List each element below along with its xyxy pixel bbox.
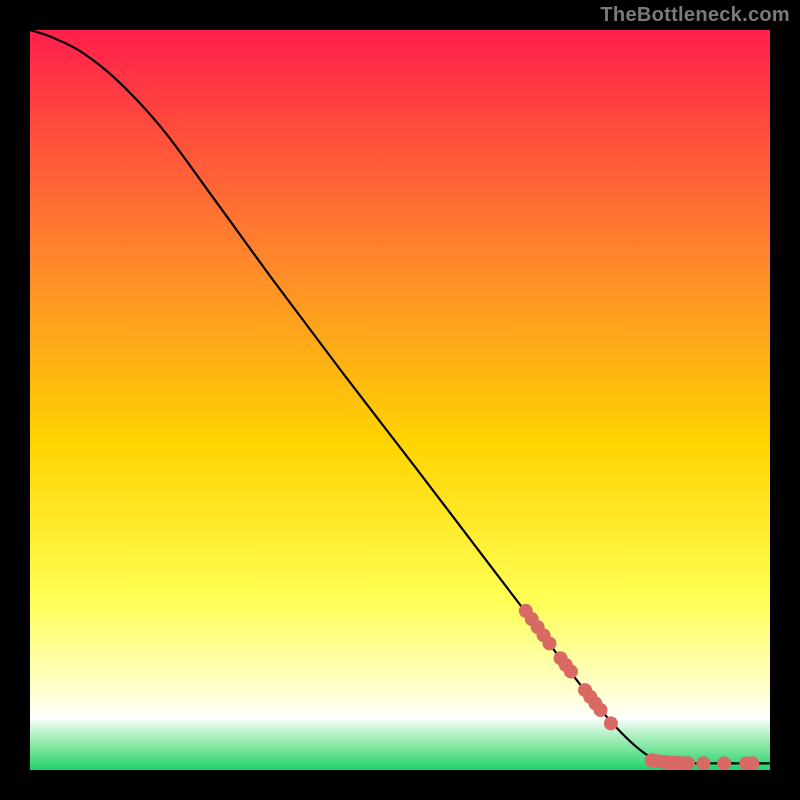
data-marker: [604, 716, 618, 730]
data-marker: [681, 756, 695, 770]
gradient-background: [30, 30, 770, 770]
data-marker: [717, 756, 731, 770]
plot-area: [30, 30, 770, 770]
data-marker: [542, 636, 556, 650]
data-marker: [564, 665, 578, 679]
chart-svg: [30, 30, 770, 770]
data-marker: [745, 756, 759, 770]
chart-stage: TheBottleneck.com: [0, 0, 800, 800]
watermark-text: TheBottleneck.com: [600, 4, 790, 27]
data-marker: [696, 756, 710, 770]
data-marker: [594, 703, 608, 717]
